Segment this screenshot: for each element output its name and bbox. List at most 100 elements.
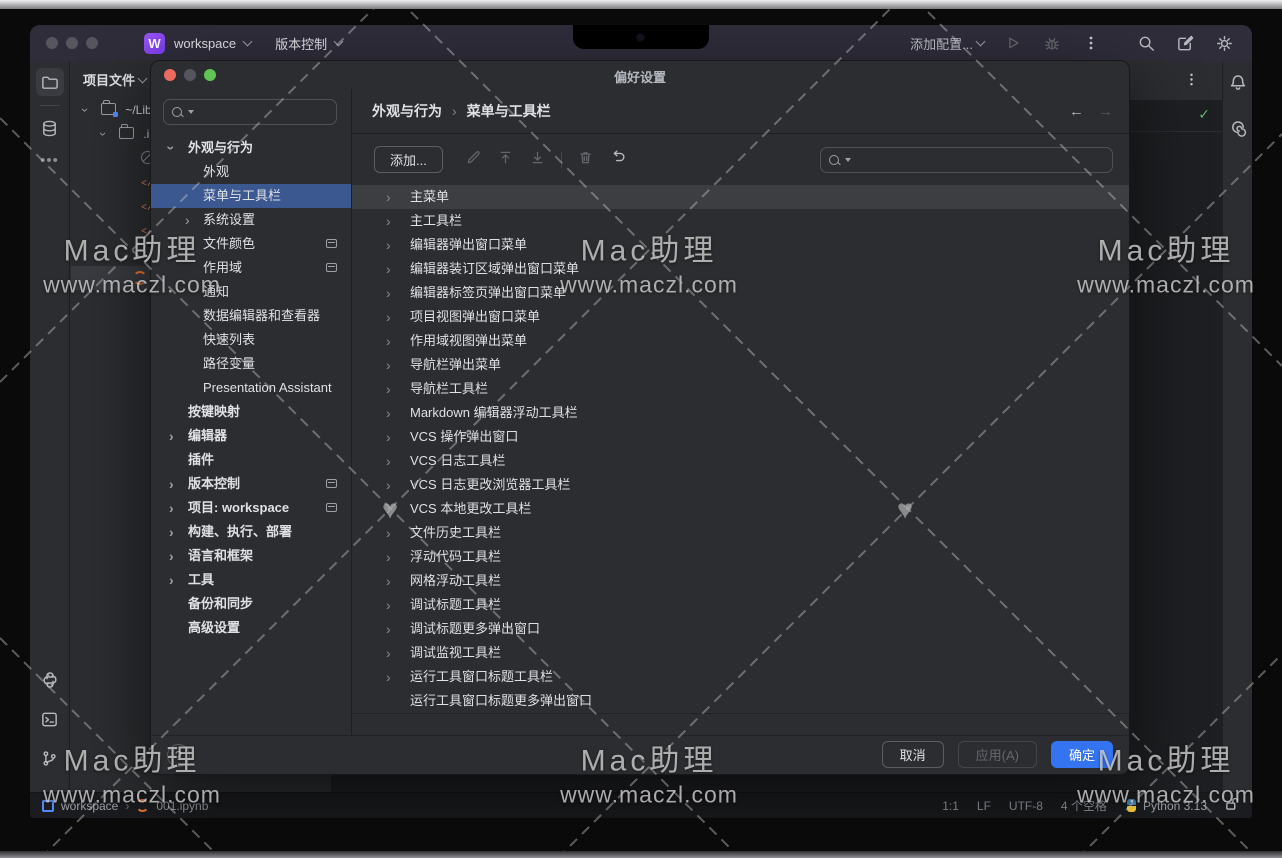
run-button[interactable] (1003, 33, 1023, 53)
statusbar-module[interactable]: workspace (61, 799, 118, 813)
settings-search-input[interactable] (163, 99, 337, 125)
close-button[interactable] (46, 37, 58, 49)
expand-arrow-icon[interactable] (386, 449, 391, 473)
expand-arrow-icon[interactable] (169, 472, 174, 496)
toolbar-list-item[interactable]: VCS 操作弹出窗口 (352, 425, 1129, 449)
expand-arrow-icon[interactable] (386, 281, 391, 305)
zoom-button[interactable] (86, 37, 98, 49)
back-arrow-icon[interactable] (1069, 103, 1084, 120)
expand-arrow-icon[interactable] (386, 209, 391, 233)
expand-arrow-icon[interactable] (169, 496, 174, 520)
expand-arrow-icon[interactable] (386, 473, 391, 497)
project-widget[interactable]: workspace (174, 36, 251, 51)
toolbar-list-item[interactable]: 主菜单 (352, 185, 1129, 209)
toolbar-list-item[interactable]: VCS 日志工具栏 (352, 449, 1129, 473)
settings-tree-item[interactable]: 菜单与工具栏 (151, 184, 351, 208)
expand-arrow-icon[interactable] (169, 424, 174, 448)
toolbar-list-item[interactable]: 主工具栏 (352, 209, 1129, 233)
settings-tree-item[interactable]: 作用域 (151, 256, 351, 280)
toolbar-list-item[interactable]: 编辑器标签页弹出窗口菜单 (352, 281, 1129, 305)
settings-tree-item[interactable]: Presentation Assistant (151, 376, 351, 400)
settings-tree-item[interactable]: 系统设置 (151, 208, 351, 232)
settings-tree-item[interactable]: 外观与行为 (151, 136, 351, 160)
toolbar-list-item[interactable]: 调试监视工具栏 (352, 641, 1129, 665)
run-configuration-selector[interactable]: 添加配置... (910, 34, 984, 53)
toolbar-list-item[interactable]: 项目视图弹出窗口菜单 (352, 305, 1129, 329)
toolbar-list-item[interactable]: 运行工具窗口标题更多弹出窗口 (352, 689, 1129, 713)
expand-arrow-icon[interactable] (386, 641, 391, 665)
settings-tree-item[interactable]: 编辑器 (151, 424, 351, 448)
lock-icon[interactable] (1225, 797, 1238, 814)
toolbar-list-item[interactable]: 导航栏工具栏 (352, 377, 1129, 401)
project-tool-window-button[interactable] (36, 68, 64, 96)
more-tool-windows-button[interactable]: ••• (40, 152, 59, 169)
inspections-ok-icon[interactable] (1198, 106, 1210, 123)
expand-arrow-icon[interactable] (386, 617, 391, 641)
database-tool-window-button[interactable] (36, 114, 64, 142)
expand-arrow-icon[interactable] (386, 545, 391, 569)
toolbar-list-item[interactable]: 调试标题工具栏 (352, 593, 1129, 617)
expand-arrow-icon[interactable] (386, 497, 391, 521)
git-tool-window-button[interactable] (36, 744, 64, 772)
settings-tree-item[interactable]: 按键映射 (151, 400, 351, 424)
expand-arrow-icon[interactable] (386, 185, 391, 209)
expand-arrow-icon[interactable]: › (91, 132, 115, 136)
expand-arrow-icon[interactable] (386, 401, 391, 425)
forward-arrow-icon[interactable] (1098, 103, 1113, 120)
settings-gear-icon[interactable] (1214, 33, 1234, 53)
breadcrumb-parent[interactable]: 外观与行为 (372, 101, 442, 121)
toolbar-list-item[interactable]: Markdown 编辑器浮动工具栏 (352, 401, 1129, 425)
expand-arrow-icon[interactable] (386, 305, 391, 329)
settings-tree-item[interactable]: 备份和同步 (151, 592, 351, 616)
debug-button[interactable] (1042, 33, 1062, 53)
statusbar-file[interactable]: 001.ipynb (156, 799, 208, 813)
edit-pencil-icon[interactable] (465, 149, 482, 171)
toolbar-list-item[interactable]: 文件历史工具栏 (352, 521, 1129, 545)
ok-button[interactable]: 确定 (1051, 741, 1113, 768)
interpreter-widget[interactable]: Python 3.13 (1125, 799, 1207, 813)
search-everywhere-icon[interactable] (1136, 33, 1156, 53)
delete-trash-icon[interactable] (577, 149, 594, 171)
expand-arrow-icon[interactable] (386, 425, 391, 449)
expand-arrow-icon[interactable] (159, 146, 183, 151)
expand-arrow-icon[interactable]: › (73, 108, 97, 112)
toolbar-list-item[interactable]: 编辑器弹出窗口菜单 (352, 233, 1129, 257)
expand-arrow-icon[interactable] (169, 544, 174, 568)
toolbar-list-item[interactable]: VCS 本地更改工具栏 (352, 497, 1129, 521)
settings-tree-item[interactable]: 高级设置 (151, 616, 351, 640)
expand-arrow-icon[interactable] (169, 520, 174, 544)
settings-tree-item[interactable]: 通知 (151, 280, 351, 304)
toolbar-list-item[interactable]: 网格浮动工具栏 (352, 569, 1129, 593)
cancel-button[interactable]: 取消 (882, 741, 944, 768)
settings-tree-item[interactable]: 版本控制 (151, 472, 351, 496)
revert-undo-icon[interactable] (609, 148, 627, 171)
expand-arrow-icon[interactable] (185, 208, 190, 232)
encoding-widget[interactable]: UTF-8 (1009, 799, 1043, 813)
share-edit-icon[interactable] (1175, 33, 1195, 53)
expand-arrow-icon[interactable] (386, 233, 391, 257)
settings-tree-item[interactable]: 文件颜色 (151, 232, 351, 256)
expand-arrow-icon[interactable] (386, 593, 391, 617)
settings-tree-item[interactable]: 语言和框架 (151, 544, 351, 568)
toolbar-list-item[interactable]: VCS 日志更改浏览器工具栏 (352, 473, 1129, 497)
notifications-bell-icon[interactable] (1228, 73, 1248, 98)
terminal-tool-window-button[interactable] (36, 705, 64, 733)
expand-arrow-icon[interactable] (386, 257, 391, 281)
editor-kebab-icon[interactable] (1184, 72, 1199, 92)
move-up-icon[interactable] (497, 149, 514, 171)
expand-arrow-icon[interactable] (386, 665, 391, 689)
expand-arrow-icon[interactable] (386, 569, 391, 593)
ai-assistant-icon[interactable] (1228, 118, 1248, 143)
help-button[interactable]: ? (167, 744, 190, 767)
expand-arrow-icon[interactable] (386, 377, 391, 401)
settings-tree-item[interactable]: 路径变量 (151, 352, 351, 376)
toolbar-list-item[interactable]: 编辑器装订区域弹出窗口菜单 (352, 257, 1129, 281)
minimize-button[interactable] (66, 37, 78, 49)
expand-arrow-icon[interactable] (386, 353, 391, 377)
add-button[interactable]: 添加... (374, 146, 443, 173)
expand-arrow-icon[interactable] (386, 329, 391, 353)
settings-tree-item[interactable]: 插件 (151, 448, 351, 472)
toolbar-list-item[interactable]: 调试标题更多弹出窗口 (352, 617, 1129, 641)
settings-tree-item[interactable]: 项目: workspace (151, 496, 351, 520)
toolbar-list-item[interactable]: 运行工具窗口标题工具栏 (352, 665, 1129, 689)
